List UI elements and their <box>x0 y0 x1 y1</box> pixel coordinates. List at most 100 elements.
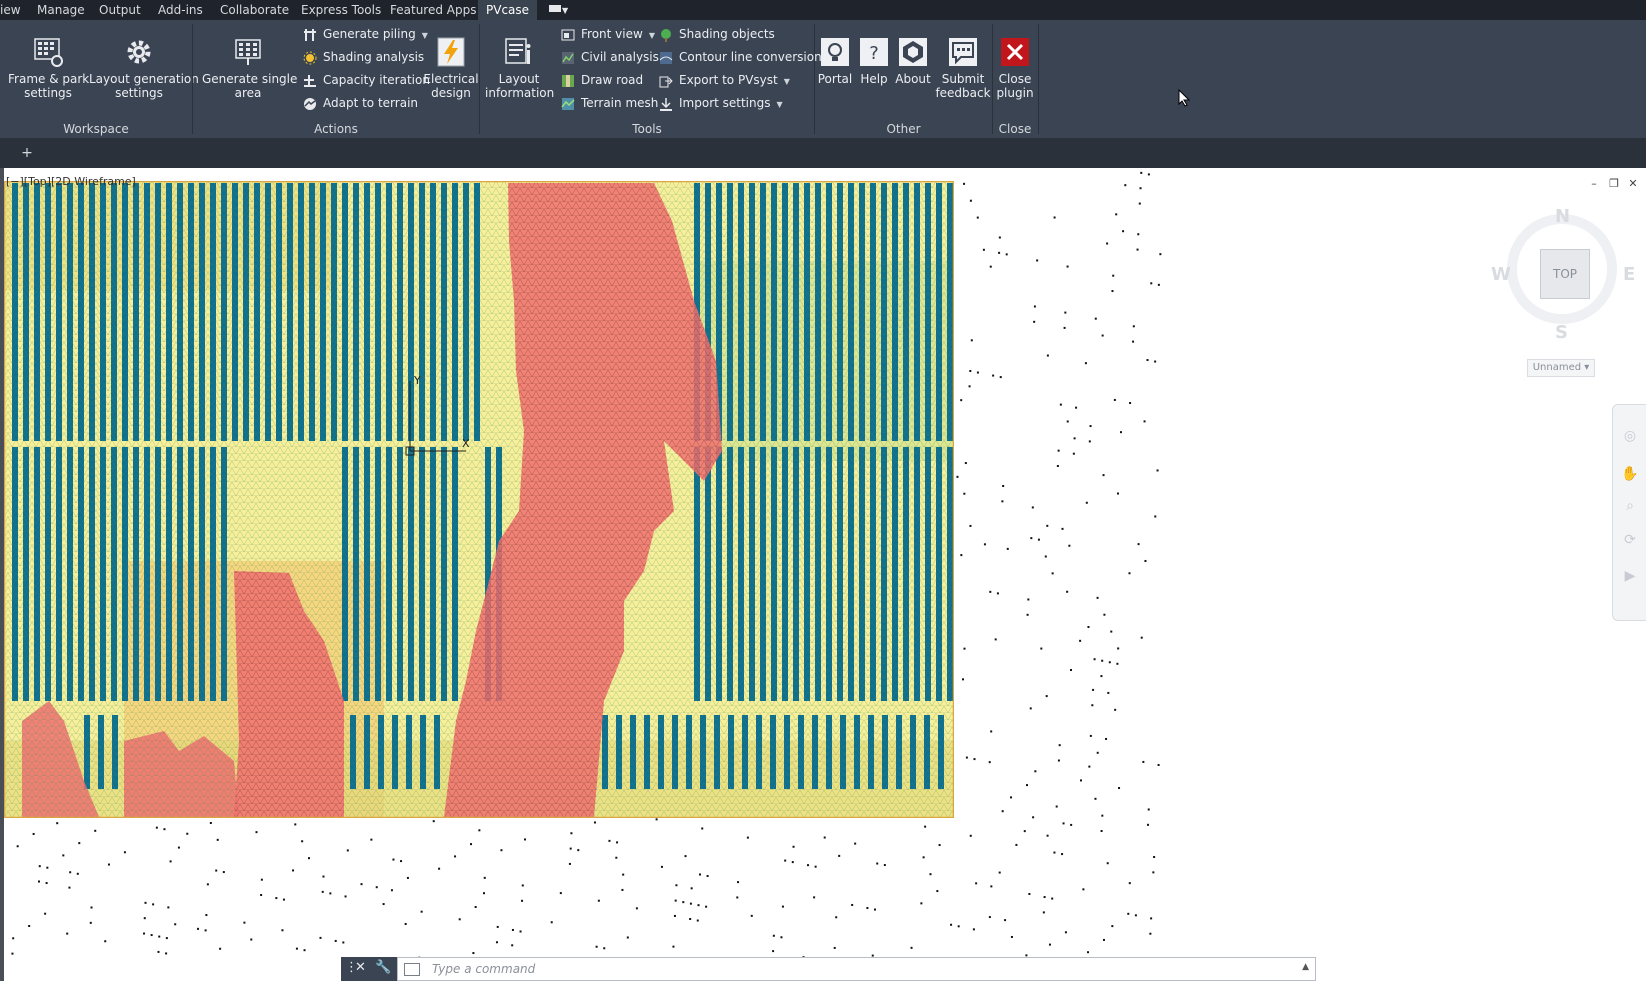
generate-single-area-button[interactable]: Generate single area <box>202 36 297 100</box>
survey-point <box>807 864 810 867</box>
survey-point <box>1144 559 1147 562</box>
survey-point <box>920 902 923 905</box>
survey-point <box>454 855 457 858</box>
submit-feedback-button[interactable]: Submit feedback <box>935 36 991 100</box>
survey-point <box>750 914 753 917</box>
close-command-line-icon[interactable]: ✕ <box>355 960 366 975</box>
menu-tab-manage[interactable]: Manage <box>37 0 85 20</box>
compass-north[interactable]: N <box>1555 206 1570 227</box>
view-cube-top-face[interactable]: TOP <box>1540 249 1590 299</box>
help-button[interactable]: ? Help <box>856 36 892 86</box>
survey-point <box>143 932 146 935</box>
command-line: ⋮ ✕ 🔧 Type a command ▲ <box>341 957 1316 981</box>
contour-line-conversion-button[interactable]: Contour line conversion <box>659 46 822 68</box>
orbit-icon[interactable]: ⟳ <box>1621 531 1639 549</box>
survey-point <box>1140 171 1143 174</box>
minimize-viewport-icon[interactable]: – <box>1588 178 1600 190</box>
steering-wheel-icon[interactable]: ◎ <box>1621 427 1639 445</box>
import-settings-button[interactable]: Import settings ▼ <box>659 92 783 114</box>
menu-tab-express-tools[interactable]: Express Tools <box>301 0 381 20</box>
survey-point <box>219 947 222 950</box>
survey-point <box>1091 704 1094 707</box>
export-pvsyst-button[interactable]: Export to PVsyst ▼ <box>659 69 790 91</box>
front-view-button[interactable]: Front view ▼ <box>561 23 655 45</box>
view-cube[interactable]: N S W E TOP Unnamed ▾ <box>1491 204 1635 384</box>
layout-information-button[interactable]: Layout information <box>485 36 554 100</box>
other-panel-label: Other <box>886 122 921 136</box>
survey-point <box>1146 359 1149 362</box>
frame-park-settings-button[interactable]: Frame & park settings <box>8 36 89 100</box>
survey-point <box>1115 213 1118 216</box>
command-line-handle[interactable]: ⋮ ✕ 🔧 <box>341 957 397 981</box>
solar-site-drawing[interactable]: Y X <box>4 181 954 818</box>
compass-east[interactable]: E <box>1623 264 1635 285</box>
compass-west[interactable]: W <box>1491 264 1511 285</box>
customize-wrench-icon[interactable]: 🔧 <box>375 960 391 975</box>
file-tab-bar: + <box>0 138 1646 168</box>
survey-point <box>989 265 992 268</box>
viewport-controls-label[interactable]: [−][Top][2D Wireframe] <box>6 175 136 188</box>
showmotion-icon[interactable]: ▶ <box>1621 567 1639 585</box>
menu-tab-output[interactable]: Output <box>99 0 141 20</box>
menu-tab-pvcase[interactable]: PVcase <box>478 0 538 20</box>
survey-point <box>1129 401 1132 404</box>
survey-point <box>675 884 678 887</box>
survey-point <box>1152 871 1155 874</box>
restore-viewport-icon[interactable]: ❐ <box>1608 178 1620 190</box>
survey-point <box>1027 598 1030 601</box>
new-tab-plus-icon[interactable]: + <box>16 144 38 162</box>
compass-south[interactable]: S <box>1555 322 1568 343</box>
terrain-icon <box>303 96 317 110</box>
workspace-switch-icon[interactable]: ▼ <box>549 3 568 16</box>
survey-point <box>1064 311 1067 314</box>
survey-point <box>1058 744 1061 747</box>
survey-point <box>851 903 854 906</box>
survey-point <box>1030 537 1033 540</box>
survey-point <box>1080 779 1083 782</box>
survey-point <box>155 826 158 829</box>
terrain-mesh-button[interactable]: Terrain mesh <box>561 92 658 114</box>
front-view-icon <box>561 27 575 41</box>
survey-point <box>1015 843 1018 846</box>
command-input[interactable]: Type a command ▲ <box>397 957 1316 981</box>
adapt-to-terrain-button[interactable]: Adapt to terrain <box>303 92 418 114</box>
layout-generation-settings-button[interactable]: Layout generation settings <box>89 36 199 100</box>
survey-point <box>1149 932 1152 935</box>
about-button[interactable]: About <box>893 36 933 86</box>
survey-point <box>11 952 14 955</box>
ucs-menu[interactable]: Unnamed ▾ <box>1527 359 1595 377</box>
survey-point <box>1053 851 1056 854</box>
civil-analysis-button[interactable]: Civil analysis <box>561 46 659 68</box>
portal-button[interactable]: Portal <box>817 36 853 86</box>
survey-point <box>956 475 959 478</box>
survey-point <box>1036 259 1039 262</box>
lightning-icon <box>435 36 467 68</box>
survey-point <box>938 844 941 847</box>
shading-analysis-button[interactable]: Shading analysis <box>303 46 424 68</box>
electrical-design-button[interactable]: Electrical design <box>422 36 480 100</box>
survey-point <box>989 590 992 593</box>
survey-point <box>814 865 817 868</box>
menu-tab-view[interactable]: iew <box>0 0 21 20</box>
survey-point <box>1088 765 1091 768</box>
close-viewport-icon[interactable]: ✕ <box>1627 178 1639 190</box>
menu-tab-collaborate[interactable]: Collaborate <box>220 0 289 20</box>
survey-point <box>1118 787 1121 790</box>
capacity-iteration-button[interactable]: Capacity iteration <box>303 69 430 91</box>
survey-point <box>205 914 208 917</box>
survey-point <box>206 883 209 886</box>
survey-point <box>684 855 687 858</box>
pan-icon[interactable]: ✋ <box>1621 465 1639 483</box>
menu-tab-addins[interactable]: Add-ins <box>158 0 203 20</box>
survey-point <box>521 884 524 887</box>
zoom-icon[interactable]: ⌕ <box>1621 497 1639 515</box>
generate-piling-button[interactable]: Generate piling ▼ <box>303 23 428 45</box>
close-plugin-button[interactable]: Close plugin <box>995 36 1035 100</box>
draw-road-button[interactable]: Draw road <box>561 69 643 91</box>
survey-point <box>1070 668 1073 671</box>
chevron-up-icon[interactable]: ▲ <box>1302 962 1309 972</box>
shading-objects-button[interactable]: Shading objects <box>659 23 775 45</box>
contour-icon <box>659 50 673 64</box>
command-history-icon[interactable] <box>404 963 420 976</box>
menu-tab-featured-apps[interactable]: Featured Apps <box>390 0 476 20</box>
